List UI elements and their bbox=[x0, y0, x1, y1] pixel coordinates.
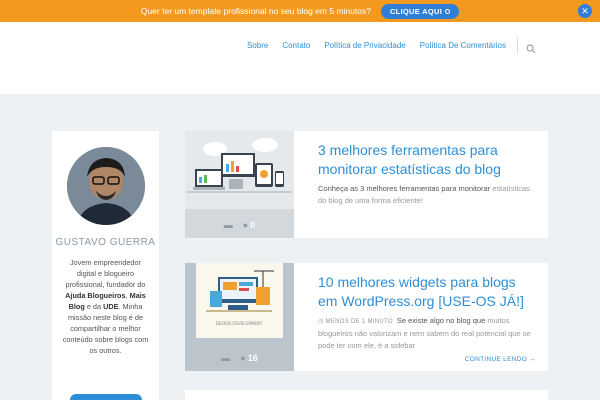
nav-item-contato[interactable]: Contato bbox=[282, 41, 310, 50]
avatar bbox=[66, 147, 145, 225]
widgets-illustration: DESIGN DEVELOPMENT bbox=[196, 263, 283, 338]
post-thumbnail[interactable]: DESIGN DEVELOPMENT ▬ ● 16 bbox=[185, 263, 294, 371]
circle-icon bbox=[445, 8, 451, 14]
search-icon[interactable] bbox=[526, 41, 536, 59]
comment-icon: ● bbox=[242, 220, 249, 230]
promo-cta-label: CLIQUE AQUI bbox=[389, 6, 443, 16]
comment-icon: ● bbox=[240, 353, 246, 363]
promo-text: Quer ter um template profissional no seu… bbox=[140, 6, 371, 16]
reading-time: ◷ MENOS DE 1 MINUTO bbox=[318, 319, 393, 325]
author-bio: Jovem empreendedor digital e blogueiro p… bbox=[62, 258, 149, 355]
read-more-link[interactable]: CONTINUE LENDO → bbox=[465, 356, 536, 363]
post-stats: ▬ ● 16 bbox=[185, 353, 294, 363]
nav-item-privacidade[interactable]: Política de Privacidade bbox=[324, 41, 405, 50]
main-nav: Sobre Contato Política de Privacidade Po… bbox=[247, 41, 506, 50]
link-ude[interactable]: UDE bbox=[103, 302, 118, 311]
author-button[interactable] bbox=[70, 394, 142, 400]
promo-bar: Quer ter um template profissional no seu… bbox=[0, 0, 600, 22]
post-card bbox=[185, 390, 548, 400]
post-title[interactable]: 10 melhores widgets para blogs em WordPr… bbox=[318, 273, 533, 311]
post-title[interactable]: 3 melhores ferramentas para monitorar es… bbox=[318, 141, 533, 179]
folder-icon: ▬ bbox=[221, 353, 231, 363]
close-icon[interactable]: ✕ bbox=[578, 4, 592, 18]
nav-divider bbox=[517, 38, 518, 54]
devices-illustration bbox=[185, 131, 294, 209]
author-card: GUSTAVO GUERRA Jovem empreendedor digita… bbox=[52, 131, 159, 400]
folder-icon: ▬ bbox=[223, 220, 233, 230]
post-card: DESIGN DEVELOPMENT ▬ ● 16 10 melhores wi… bbox=[185, 263, 548, 371]
post-card: ▬ ● 0 3 melhores ferramentas para monito… bbox=[185, 131, 548, 238]
comment-count: 0 bbox=[250, 220, 256, 230]
link-ajuda-blogueiros[interactable]: Ajuda Blogueiros bbox=[65, 291, 125, 300]
post-excerpt: ◷ MENOS DE 1 MINUTO Se existe algo no blo… bbox=[318, 316, 531, 350]
post-excerpt: Conheça as 3 melhores ferramentas para m… bbox=[318, 184, 530, 205]
post-thumbnail[interactable]: ▬ ● 0 bbox=[185, 131, 294, 238]
site-header: Sobre Contato Política de Privacidade Po… bbox=[0, 22, 600, 94]
post-stats: ▬ ● 0 bbox=[185, 220, 294, 230]
comment-count: 16 bbox=[247, 353, 258, 363]
nav-item-sobre[interactable]: Sobre bbox=[247, 41, 268, 50]
author-name: GUSTAVO GUERRA bbox=[55, 237, 156, 248]
nav-item-comentarios[interactable]: Política De Comentários bbox=[420, 41, 506, 50]
promo-cta-button[interactable]: CLIQUE AQUI bbox=[380, 3, 460, 19]
thumb-caption: DESIGN DEVELOPMENT bbox=[216, 321, 263, 326]
